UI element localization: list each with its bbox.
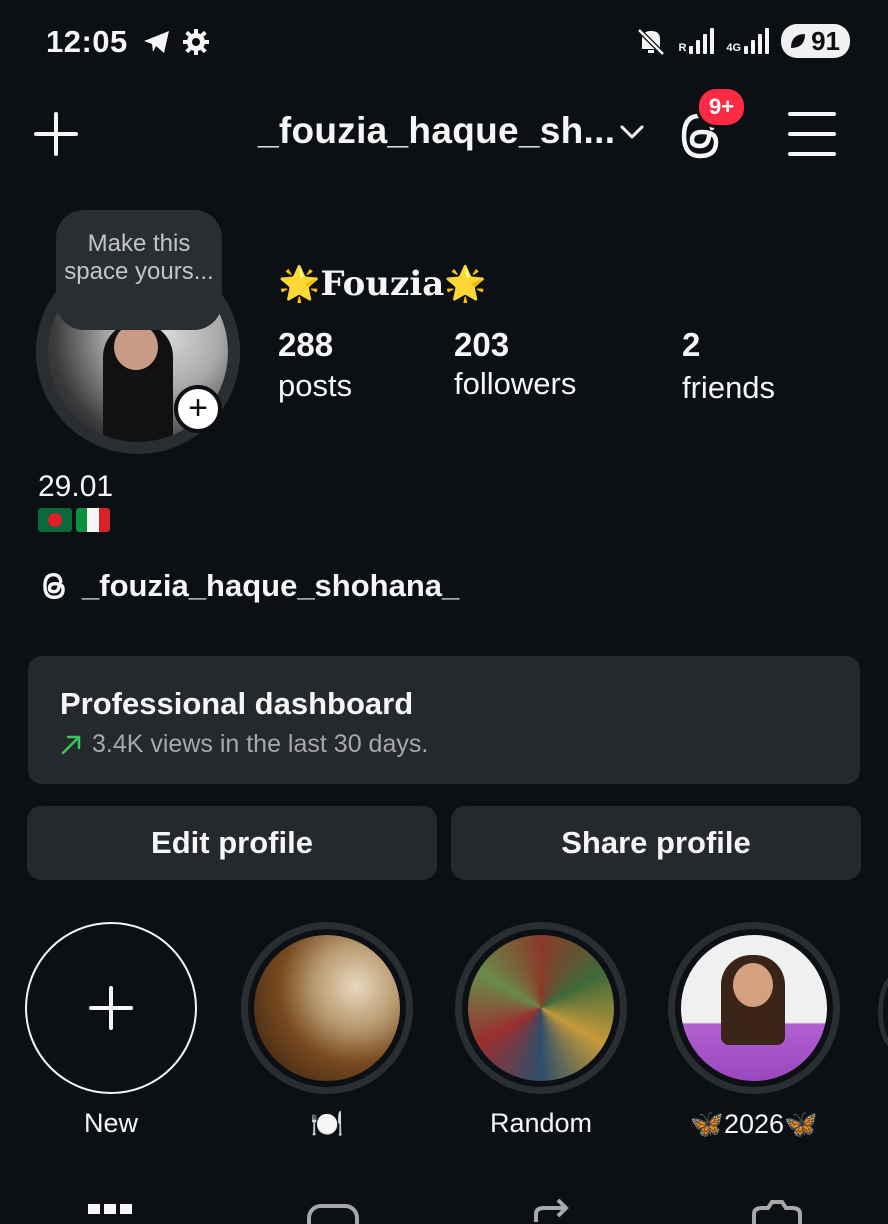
professional-dashboard-card[interactable]: Professional dashboard 3.4K views in the…	[28, 656, 860, 784]
stat-label: followers	[454, 366, 577, 401]
battery-level: 91	[811, 25, 840, 56]
highlight-cover[interactable]	[241, 922, 413, 1094]
note-bubble[interactable]: Make this space yours...	[56, 210, 222, 330]
stat-value: 288	[278, 326, 334, 363]
bio-text: 29.01	[38, 470, 114, 503]
chevron-down-icon[interactable]	[618, 122, 646, 142]
highlight-food[interactable]: 🍽️	[240, 922, 414, 1140]
network-2-label: 4G	[726, 42, 742, 54]
hamburger-menu-icon[interactable]	[788, 112, 836, 156]
stat-label: friends	[682, 370, 776, 405]
notification-badge[interactable]: 9+	[696, 86, 748, 128]
create-plus-icon[interactable]	[32, 110, 80, 158]
header-username[interactable]: _fouzia_haque_sh...	[258, 110, 615, 152]
dashboard-subtitle: 3.4K views in the last 30 days.	[92, 730, 429, 758]
highlight-label: New	[83, 1108, 138, 1138]
add-story-button[interactable]: +	[174, 385, 222, 433]
highlight-random[interactable]: Random	[454, 922, 628, 1139]
threads-small-icon	[43, 572, 65, 600]
highlight-cover[interactable]	[668, 922, 840, 1094]
display-name: 🌟Fouzia🌟	[278, 264, 487, 304]
status-time: 12:05	[46, 24, 128, 59]
plus-icon	[89, 986, 133, 1030]
mute-icon	[637, 28, 666, 55]
signal-1-icon: R	[678, 28, 715, 54]
stat-value: 203	[454, 326, 510, 363]
profile-tab-bar	[0, 1190, 888, 1224]
status-left-icons	[142, 28, 210, 56]
highlight-partial[interactable]	[878, 972, 888, 1052]
threads-profile-link[interactable]: _fouzia_haque_shohana_	[38, 568, 459, 604]
stat-value: 2	[682, 326, 701, 363]
battery-saver-leaf-icon	[791, 34, 806, 48]
reels-tab-icon[interactable]	[306, 1200, 360, 1224]
status-right: R 4G 91	[636, 24, 850, 58]
highlight-cover[interactable]	[455, 922, 627, 1094]
share-profile-button[interactable]: Share profile	[451, 806, 861, 880]
tagged-tab-icon[interactable]	[750, 1198, 804, 1224]
highlight-2026[interactable]: 🦋2026🦋	[667, 922, 841, 1140]
highlight-new[interactable]: New	[24, 922, 198, 1139]
signal-2-icon: 4G	[726, 28, 770, 54]
stat-posts[interactable]: 288 posts	[278, 326, 352, 404]
reposts-tab-icon[interactable]	[530, 1196, 574, 1224]
new-highlight-circle[interactable]	[25, 922, 197, 1094]
stat-friends[interactable]: 2 friends	[682, 326, 775, 406]
settings-gear-icon	[183, 29, 209, 55]
trend-up-arrow-icon	[61, 735, 81, 754]
dashboard-subtitle-row: 3.4K views in the last 30 days.	[60, 730, 828, 759]
highlight-label: 🦋2026🦋	[690, 1109, 818, 1139]
highlight-label: 🍽️	[310, 1109, 344, 1139]
network-1-label: R	[678, 42, 687, 54]
telegram-icon	[144, 31, 169, 53]
stat-label: posts	[278, 368, 353, 403]
edit-profile-button[interactable]: Edit profile	[27, 806, 437, 880]
grid-tab-icon[interactable]	[88, 1202, 132, 1224]
highlight-label: Random	[489, 1108, 593, 1138]
dashboard-title: Professional dashboard	[60, 686, 414, 721]
battery-indicator: 91	[781, 24, 850, 58]
threads-handle: _fouzia_haque_shohana_	[82, 568, 460, 603]
italy-flag-icon	[76, 508, 110, 532]
bio-flags	[38, 508, 110, 532]
bangladesh-flag-icon	[38, 508, 72, 532]
stat-followers[interactable]: 203 followers	[454, 326, 576, 402]
